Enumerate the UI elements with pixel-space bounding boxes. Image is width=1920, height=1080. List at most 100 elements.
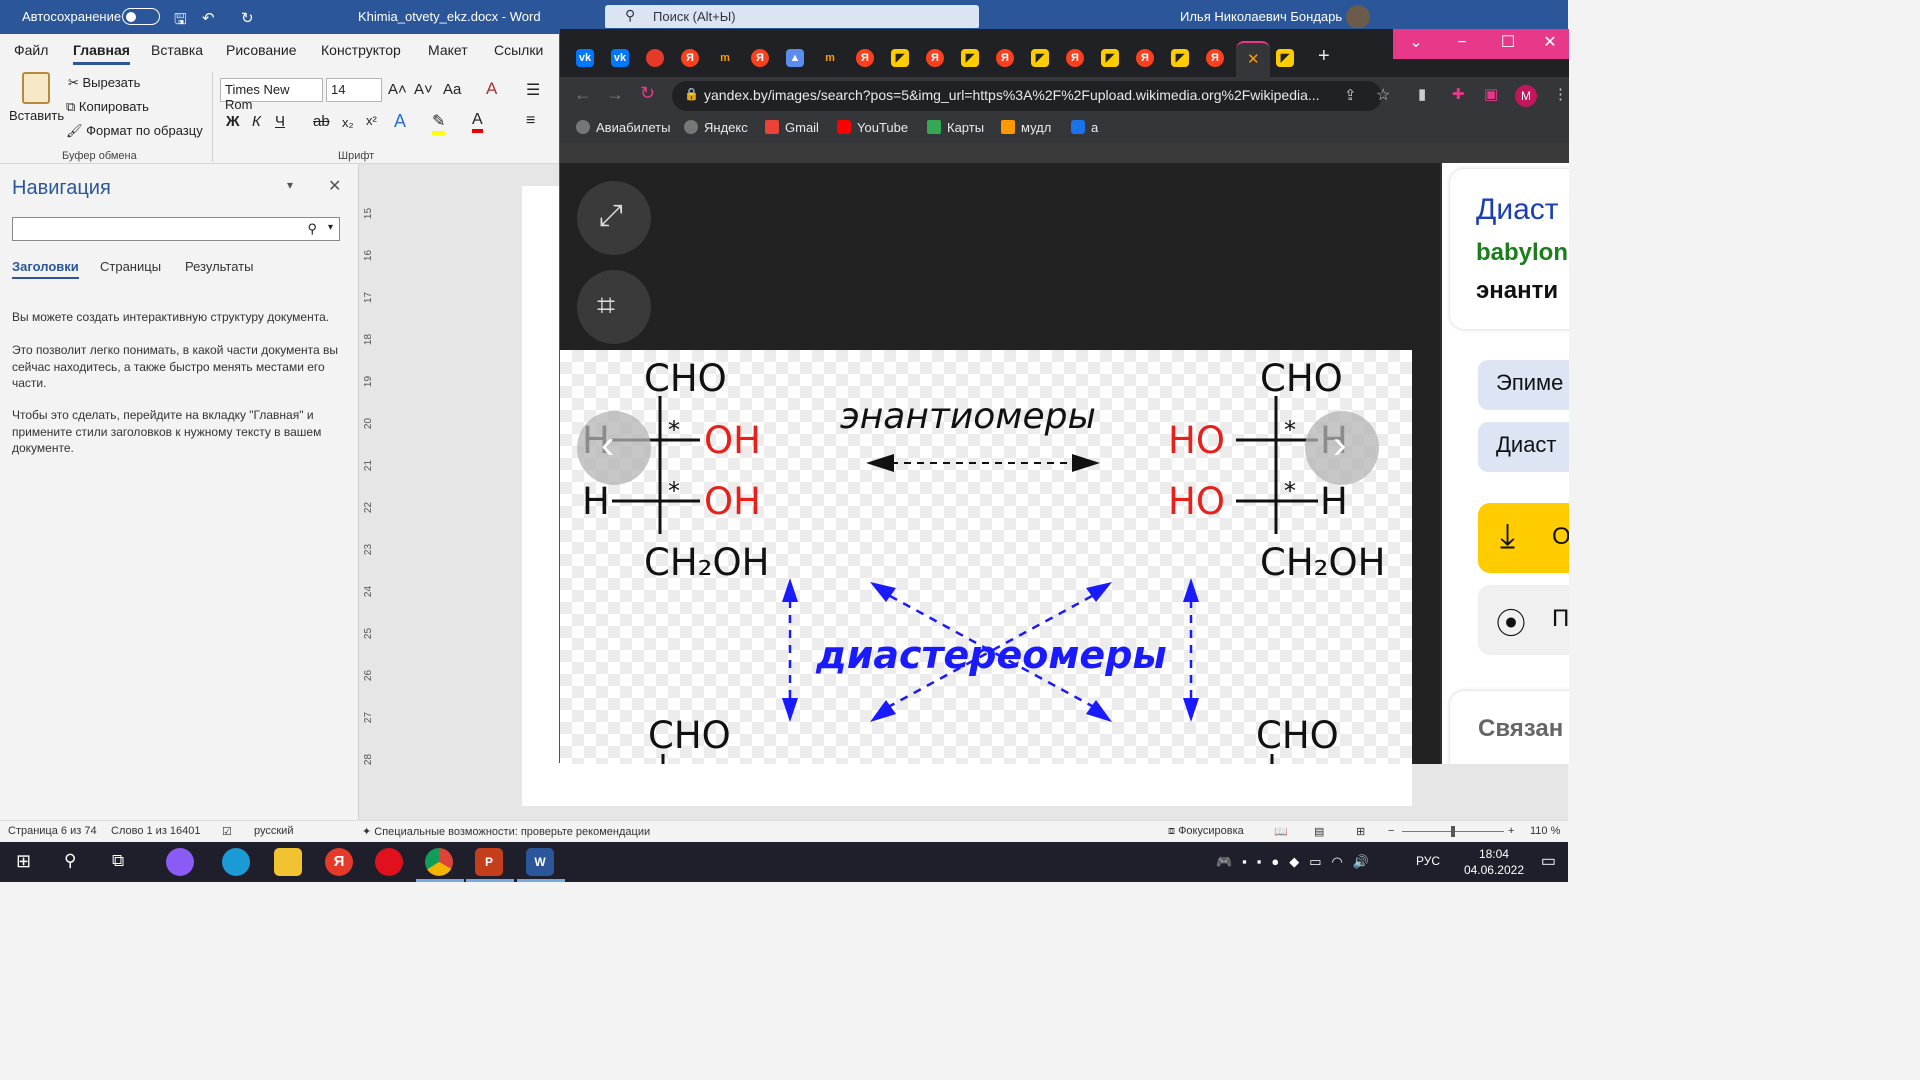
bookmark-maps[interactable]: Карты (927, 120, 984, 135)
nav-search-input[interactable]: ⚲ ▾ (12, 217, 340, 241)
word-count[interactable]: Слово 1 из 16401 (111, 825, 201, 837)
vk-tab-icon[interactable]: vk (576, 49, 594, 67)
moodle-tab-icon[interactable]: m (821, 49, 839, 67)
tab-design[interactable]: Конструктор (321, 42, 401, 58)
tab-references[interactable]: Ссылки (494, 42, 543, 58)
forward-icon[interactable]: → (606, 84, 624, 105)
extensions-icon[interactable]: ✚ (1452, 85, 1465, 103)
yandex-tab-icon[interactable]: Я (1206, 49, 1224, 67)
accessibility-status[interactable]: ✦ Специальные возможности: проверьте рек… (362, 825, 650, 838)
proofing-icon[interactable]: ☑ (222, 825, 232, 838)
tray-icons[interactable]: 🎮▪▪●◆▭◠🔊 (1216, 854, 1379, 870)
text-effects-icon[interactable]: A (394, 111, 406, 132)
flask-tab-icon[interactable]: ▲ (786, 49, 804, 67)
read-mode-icon[interactable]: 📖 (1274, 825, 1288, 838)
bookmark-a[interactable]: а (1071, 120, 1098, 135)
moodle-tab-icon[interactable]: m (716, 49, 734, 67)
document-icon[interactable]: ▮ (1418, 85, 1426, 103)
yandex-tab-icon[interactable]: Я (856, 49, 874, 67)
chrome-icon[interactable] (425, 848, 453, 876)
underline-button[interactable]: Ч (275, 113, 285, 130)
yandex-tab-icon[interactable]: Я (1066, 49, 1084, 67)
focus-mode[interactable]: ⧈ Фокусировка (1168, 825, 1244, 838)
font-name-select[interactable]: Times New Rom (220, 78, 323, 112)
bold-button[interactable]: Ж (226, 113, 240, 130)
tab-headings[interactable]: Заголовки (12, 259, 79, 279)
zoom-slider-thumb[interactable] (1451, 826, 1455, 837)
vertical-ruler[interactable]: 15 16 17 18 19 20 21 22 23 24 25 26 27 2… (358, 164, 378, 820)
task-view-icon[interactable]: ⧉ (112, 851, 124, 871)
open-button[interactable]: ⤓ О (1478, 503, 1569, 573)
images-tab-icon[interactable]: ◤ (1276, 49, 1294, 67)
previous-image-button[interactable]: ‹ (577, 411, 651, 485)
clear-format-icon[interactable]: A (486, 79, 497, 99)
save-icon[interactable]: 🖫 (174, 9, 187, 34)
subscript-button[interactable]: x₂ (342, 115, 354, 130)
minimize-icon[interactable]: − (1439, 29, 1485, 59)
tab-insert[interactable]: Вставка (151, 42, 203, 58)
undo-icon[interactable]: ↶ (202, 9, 215, 27)
italic-button[interactable]: К (252, 113, 261, 130)
user-avatar[interactable] (1346, 5, 1370, 29)
bookmark-gmail[interactable]: Gmail (765, 120, 819, 135)
paste-icon[interactable] (22, 72, 50, 104)
chemistry-image[interactable]: CHO H H CH₂OH CHO H H CH₂OH CHO CHO OH O… (560, 350, 1412, 764)
address-bar[interactable]: 🔒 yandex.by/images/search?pos=5&img_url=… (672, 81, 1382, 111)
lens-button[interactable]: ⦿ П (1478, 585, 1569, 655)
highlight-icon[interactable]: ✎ (432, 111, 446, 135)
bookmark-star-icon[interactable]: ☆ (1376, 85, 1390, 105)
profile-avatar[interactable]: M (1515, 85, 1537, 107)
bullets-icon[interactable]: ☰ (526, 80, 540, 100)
powerpoint-icon[interactable]: P (475, 848, 503, 876)
zoom-level[interactable]: 110 % (1530, 825, 1560, 837)
tab-results[interactable]: Результаты (185, 259, 253, 274)
font-color-icon[interactable]: A (472, 111, 483, 133)
chevron-down-icon[interactable]: ▾ (328, 222, 333, 233)
notifications-icon[interactable]: ▭ (1541, 851, 1556, 871)
share-icon[interactable]: ⇪ (1344, 86, 1357, 104)
side-panel-icon[interactable]: ▣ (1484, 85, 1498, 103)
crop-button[interactable]: ⌗ (577, 270, 651, 344)
yandex-tab-icon[interactable]: Я (996, 49, 1014, 67)
close-window-icon[interactable]: ✕ (1531, 29, 1569, 59)
panel-source[interactable]: babylon (1476, 239, 1568, 267)
format-painter-button[interactable]: 🖌 Формат по образцу (66, 123, 203, 139)
fullscreen-button[interactable]: ⤢ (577, 181, 651, 255)
vk-tab-icon[interactable]: vk (611, 49, 629, 67)
shrink-font-icon[interactable]: A˅ (414, 81, 433, 98)
close-tab-icon[interactable]: ✕ (1247, 50, 1260, 68)
maximize-icon[interactable]: ☐ (1485, 29, 1531, 59)
align-left-icon[interactable]: ≡ (526, 112, 535, 130)
page-count[interactable]: Страница 6 из 74 (8, 825, 97, 837)
images-tab-icon[interactable]: ◤ (1101, 49, 1119, 67)
tab-draw[interactable]: Рисование (226, 42, 297, 58)
zoom-in-icon[interactable]: + (1508, 825, 1514, 837)
clock[interactable]: 18:04 04.06.2022 (1464, 846, 1524, 878)
tab-home[interactable]: Главная (73, 42, 130, 65)
tag-diastereomers[interactable]: Диаст (1478, 422, 1569, 472)
images-tab-icon[interactable]: ◤ (1031, 49, 1049, 67)
alice-icon[interactable] (166, 848, 194, 876)
nav-options-icon[interactable]: ▾ (287, 178, 293, 192)
redo-icon[interactable]: ↻ (241, 9, 254, 27)
bookmark-yandex[interactable]: Яндекс (684, 120, 748, 135)
back-icon[interactable]: ← (574, 84, 592, 105)
tag-epimers[interactable]: Эпиме (1478, 360, 1569, 410)
zoom-out-icon[interactable]: − (1388, 825, 1394, 837)
active-tab[interactable]: ✕ (1236, 41, 1270, 77)
bookmark-youtube[interactable]: YouTube (837, 120, 908, 135)
word-icon[interactable]: W (526, 848, 554, 876)
next-image-button[interactable]: › (1305, 411, 1379, 485)
copy-button[interactable]: ⧉ Копировать (66, 99, 149, 115)
grow-font-icon[interactable]: A˄ (388, 81, 407, 98)
windows-start-icon[interactable]: ⊞ (16, 851, 31, 872)
images-tab-icon[interactable]: ◤ (891, 49, 909, 67)
print-layout-icon[interactable]: ▤ (1314, 825, 1324, 838)
opera-tab-icon[interactable] (646, 49, 664, 67)
web-layout-icon[interactable]: ⊞ (1356, 825, 1365, 838)
cut-button[interactable]: ✂ Вырезать (68, 75, 140, 91)
language[interactable]: русский (254, 825, 293, 837)
images-tab-icon[interactable]: ◤ (961, 49, 979, 67)
yandex-tab-icon[interactable]: Я (1136, 49, 1154, 67)
images-tab-icon[interactable]: ◤ (1171, 49, 1189, 67)
